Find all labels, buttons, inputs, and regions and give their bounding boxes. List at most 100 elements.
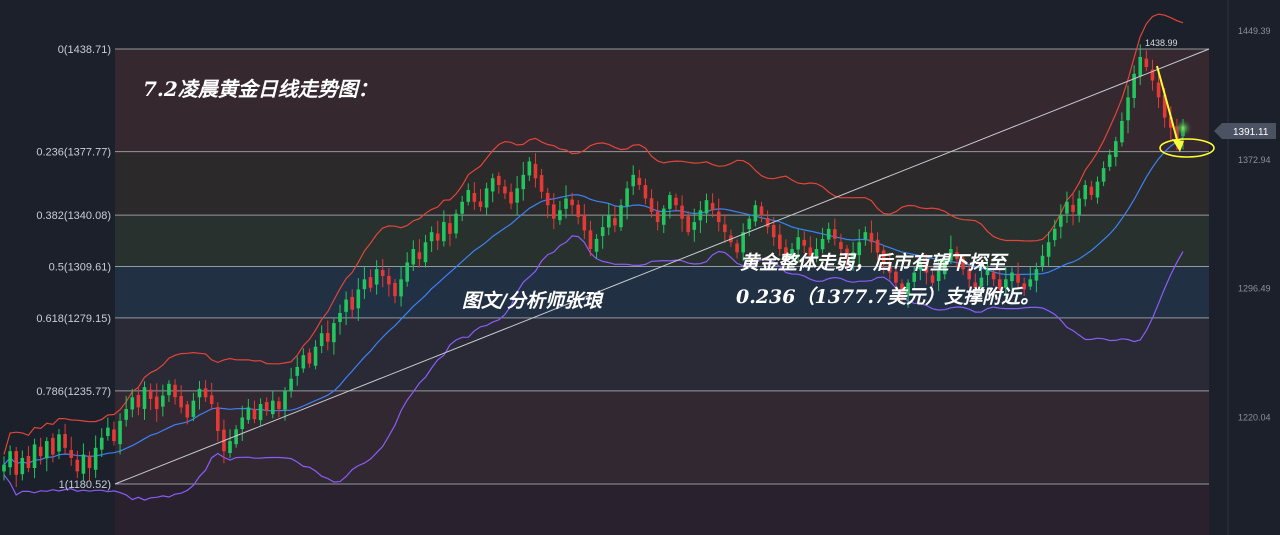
fib-label-0: 0(1438.71) — [58, 44, 111, 56]
candle-bull — [81, 454, 86, 474]
candle-bull — [631, 174, 636, 187]
candle-bull — [600, 227, 605, 237]
candle-bear — [1144, 58, 1149, 68]
candle-bear — [277, 401, 281, 410]
candle-bull — [240, 417, 245, 430]
candle-bear — [435, 233, 440, 241]
candle-bear — [1016, 273, 1020, 283]
candle-bear — [387, 275, 391, 285]
candle-bull — [820, 238, 825, 250]
candle-bull — [197, 388, 202, 398]
candle-bull — [460, 201, 464, 214]
candle-bear — [655, 211, 660, 223]
candle-bear — [570, 199, 574, 206]
candle-bear — [1089, 186, 1094, 196]
candle-bull — [99, 437, 104, 450]
candle-bull — [826, 228, 831, 240]
candle-bull — [698, 210, 703, 221]
candle-bull — [344, 299, 348, 312]
candle-bull — [1046, 242, 1051, 257]
candle-bull — [356, 289, 361, 309]
current-price-label: 1391.11 — [1233, 127, 1269, 138]
candle-bull — [429, 232, 434, 242]
candle-bear — [75, 459, 80, 472]
right-axis-tick: 1220.04 — [1238, 412, 1271, 422]
candle-bull — [258, 404, 263, 421]
candle-bull — [338, 313, 342, 323]
candle-bull — [661, 208, 666, 225]
candle-bull — [246, 407, 251, 420]
candle-bear — [148, 389, 153, 399]
chart-title: 7.2凌晨黄金日线走势图： — [143, 77, 378, 101]
candle-bull — [405, 262, 409, 282]
fib-label-0.618: 0.618(1279.15) — [36, 313, 111, 325]
candle-bull — [270, 400, 275, 415]
current-price-tag: 1391.11 — [1214, 123, 1276, 139]
candle-bear — [1071, 204, 1075, 212]
candle-bear — [209, 395, 214, 405]
candle-bear — [26, 456, 31, 469]
fib-bands — [115, 49, 1209, 535]
candle-bear — [765, 217, 770, 228]
candle-bear — [154, 396, 159, 410]
candle-bull — [313, 346, 318, 366]
candle-bull — [289, 378, 293, 391]
candle-bull — [625, 188, 629, 207]
candle-bull — [704, 200, 709, 214]
candle-bear — [368, 277, 373, 288]
candle-bear — [136, 394, 141, 408]
candle-bull — [668, 195, 672, 209]
candle-bull — [1083, 184, 1088, 200]
candle-bull — [106, 427, 110, 436]
candle-bear — [509, 191, 513, 204]
candle-bull — [863, 232, 868, 240]
candle-bull — [515, 188, 519, 203]
analysis-note-line2: 0.236（1377.7美元）支撑附近。 — [736, 286, 1039, 308]
candle-bear — [380, 269, 385, 276]
author-watermark: 图文/分析师张琅 — [462, 290, 604, 312]
candle-bear — [112, 429, 116, 442]
right-axis-tick: 1372.94 — [1238, 155, 1271, 165]
candle-bear — [839, 242, 843, 250]
candle-bear — [802, 239, 807, 246]
candle-bull — [454, 213, 458, 234]
candle-bear — [930, 275, 935, 283]
candle-bull — [130, 397, 135, 410]
candle-bull — [44, 441, 49, 459]
candle-bear — [307, 352, 312, 364]
candle-bear — [582, 214, 587, 231]
candle-bear — [503, 186, 507, 194]
candle-bull — [490, 178, 495, 192]
candle-bear — [539, 175, 544, 192]
candle-bear — [832, 229, 837, 239]
candle-bear — [69, 450, 73, 458]
candle-bull — [1052, 228, 1057, 241]
candle-bull — [374, 269, 379, 285]
fib-label-0.382: 0.382(1340.08) — [36, 210, 111, 222]
peak-price-label: 1438.99 — [1145, 38, 1178, 48]
candle-bear — [497, 175, 501, 185]
fib-label-0.5: 0.5(1309.61) — [49, 262, 111, 274]
right-axis-tick: 1296.49 — [1238, 284, 1271, 294]
candle-bear — [710, 203, 715, 211]
candle-bear — [478, 201, 483, 207]
fib-label-0.236: 0.236(1377.77) — [36, 147, 111, 159]
candle-bear — [173, 384, 177, 398]
candle-bull — [93, 447, 98, 470]
candle-bear — [393, 282, 397, 297]
candle-bear — [448, 223, 452, 234]
right-axis-tick: 1449.39 — [1238, 26, 1271, 36]
fib-band — [115, 317, 1209, 391]
candle-bull — [118, 420, 122, 445]
candle-bull — [20, 457, 25, 475]
candle-bear — [203, 388, 208, 398]
candle-bear — [723, 224, 727, 233]
candle-bull — [521, 174, 526, 190]
candle-bull — [191, 400, 196, 417]
candle-bull — [466, 190, 471, 202]
candle-bull — [692, 222, 697, 230]
candle-bull — [1034, 269, 1039, 281]
fib-band-below — [115, 484, 1209, 535]
candle-bull — [167, 383, 171, 396]
current-candle-glow — [1173, 118, 1193, 138]
